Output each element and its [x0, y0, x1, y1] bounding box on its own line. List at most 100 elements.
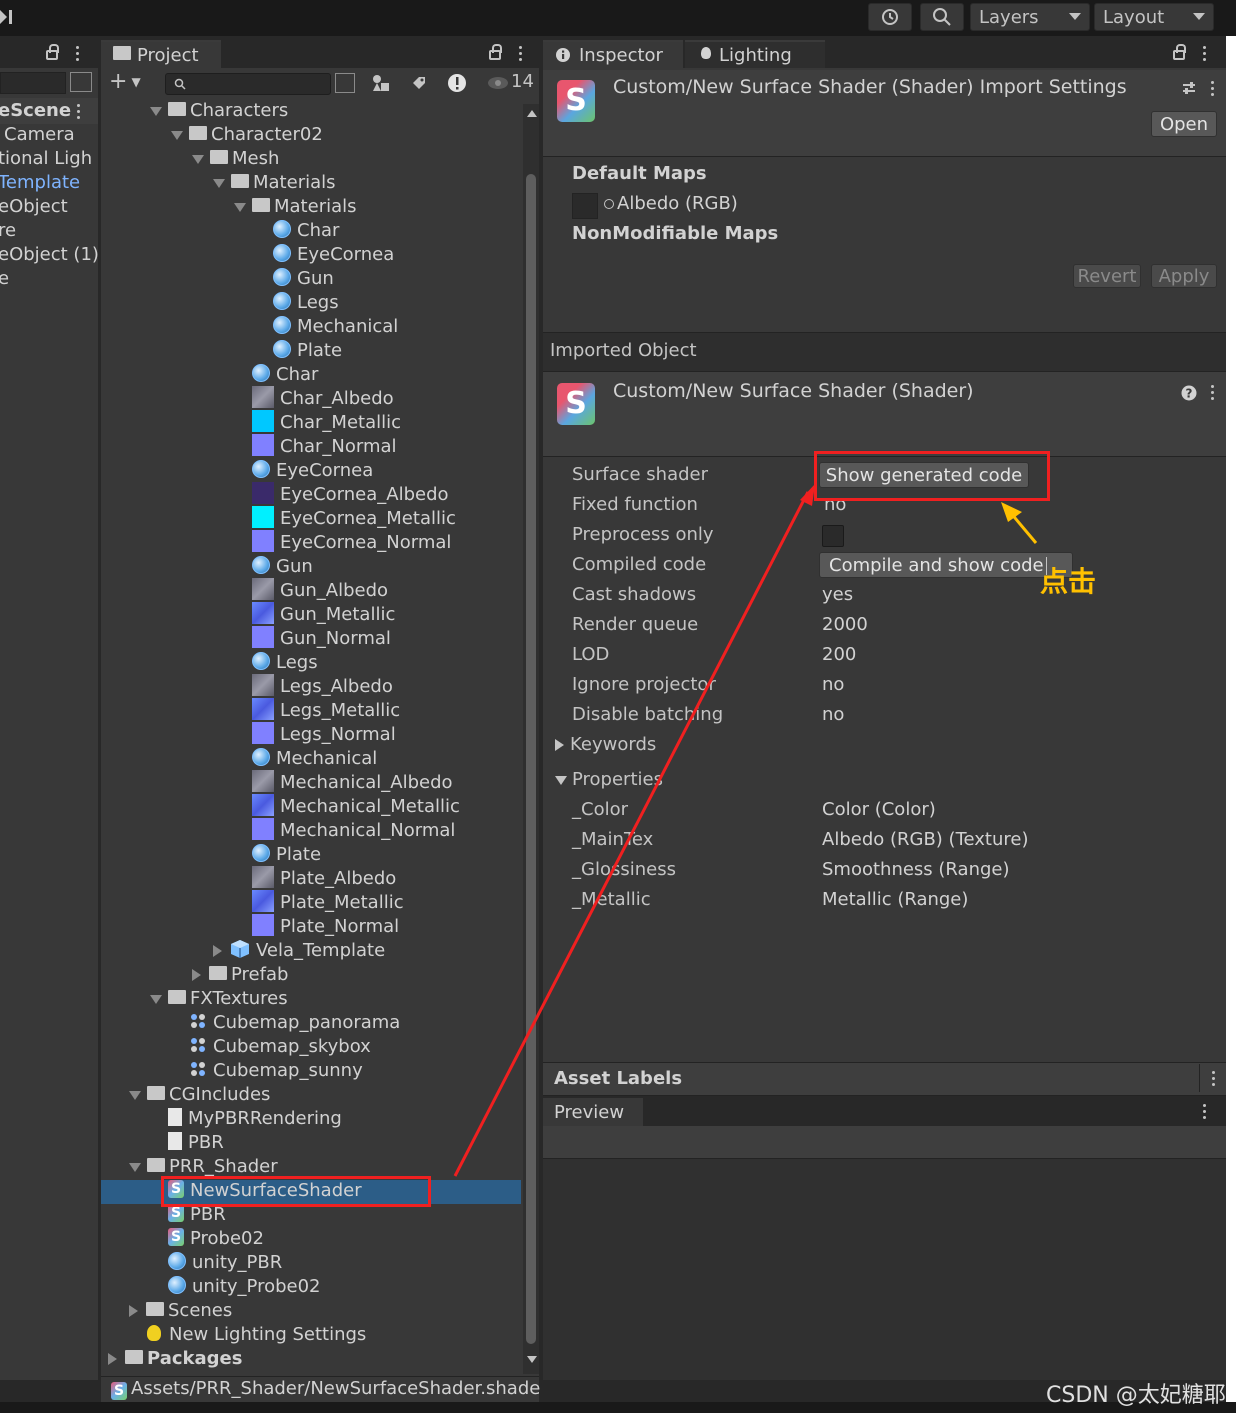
project-tree-item[interactable]: Mechanical [273, 315, 398, 339]
chevron-down-icon[interactable] [192, 154, 204, 164]
project-tree-item[interactable]: unity_PBR [168, 1251, 282, 1275]
chevron-right-icon[interactable] [213, 945, 222, 957]
project-tree-item[interactable]: Mesh [192, 147, 279, 171]
help-icon[interactable]: ? [1181, 385, 1197, 401]
project-tree-item[interactable]: Legs_Metallic [252, 698, 400, 723]
compile-and-show-code-button[interactable]: Compile and show code [819, 552, 1073, 578]
project-tree-item[interactable]: Cubemap_skybox [189, 1035, 371, 1059]
project-tree-item[interactable]: Plate_Albedo [252, 866, 396, 891]
filter-by-label-icon[interactable] [409, 73, 429, 93]
project-tree-item[interactable]: Plate [252, 843, 321, 867]
project-tree-item[interactable]: PBR [168, 1131, 224, 1155]
more-icon[interactable] [1211, 385, 1215, 403]
project-tree-item[interactable]: Mechanical [252, 747, 377, 771]
project-tree-item[interactable]: Cubemap_panorama [189, 1011, 400, 1035]
chevron-right-icon[interactable] [108, 1353, 117, 1365]
hierarchy-item[interactable]: e [0, 267, 9, 291]
project-tree-item[interactable]: EyeCornea [273, 243, 394, 267]
project-tree-item[interactable]: Gun [252, 555, 313, 579]
more-icon[interactable] [77, 104, 81, 122]
project-tree-item[interactable]: Char_Normal [252, 434, 397, 459]
revert-button[interactable]: Revert [1073, 264, 1141, 288]
project-tree-item[interactable]: Gun_Normal [252, 626, 391, 651]
more-icon[interactable] [76, 46, 80, 64]
hierarchy-search[interactable] [0, 72, 66, 94]
hierarchy-item[interactable]: eObject [0, 195, 68, 219]
hierarchy-item[interactable]: Camera [4, 123, 75, 147]
warning-icon[interactable] [447, 73, 467, 93]
project-tree-item[interactable]: Mechanical_Metallic [252, 794, 460, 819]
more-icon[interactable] [519, 46, 523, 64]
search-button[interactable] [920, 3, 964, 31]
apply-button[interactable]: Apply [1151, 264, 1217, 288]
project-tree-item[interactable]: Scenes [129, 1299, 232, 1323]
project-tree-item[interactable]: Legs_Albedo [252, 674, 393, 699]
project-tree-item[interactable]: Legs_Normal [252, 722, 396, 747]
albedo-texture-slot[interactable] [572, 193, 598, 219]
hierarchy-item[interactable]: re [0, 219, 16, 243]
hidden-packages-toggle[interactable]: 14 [485, 71, 535, 95]
project-tree-item[interactable]: Gun_Albedo [252, 578, 388, 603]
project-tree-item[interactable]: Gun [273, 267, 334, 291]
project-tree-item[interactable]: S Probe02 [168, 1227, 264, 1251]
project-tree-item[interactable]: EyeCornea_Albedo [252, 482, 449, 507]
project-tree-item[interactable]: Packages [108, 1347, 242, 1371]
preprocess-only-checkbox[interactable] [822, 525, 844, 547]
chevron-down-icon[interactable] [129, 1090, 141, 1100]
project-tree-item[interactable]: Char [273, 219, 339, 243]
step-icon[interactable] [0, 8, 14, 26]
project-tree-item[interactable]: Legs [252, 651, 318, 675]
tab-inspector[interactable]: Inspector [543, 40, 683, 68]
chevron-down-icon[interactable] [171, 130, 183, 140]
project-tree-item[interactable]: New Lighting Settings [147, 1323, 366, 1347]
scroll-up-arrow[interactable] [527, 110, 537, 117]
project-tree-item[interactable]: Gun_Metallic [252, 602, 395, 627]
lock-icon[interactable] [46, 44, 59, 60]
search-options-icon[interactable] [335, 73, 355, 93]
keywords-foldout[interactable]: Keywords [555, 734, 656, 755]
layout-dropdown[interactable]: Layout [1094, 3, 1214, 31]
project-tree-item[interactable]: Prefab [192, 963, 288, 987]
hierarchy-search-options[interactable] [70, 72, 92, 92]
create-button[interactable]: + ▼ [109, 71, 149, 95]
project-tree-item[interactable]: Plate_Metallic [252, 890, 404, 915]
project-tree-item[interactable]: EyeCornea_Metallic [252, 506, 456, 531]
history-button[interactable] [868, 3, 912, 31]
tab-preview[interactable]: Preview [543, 1098, 643, 1126]
more-icon[interactable] [1211, 81, 1215, 99]
project-tree-item[interactable]: Char [252, 363, 318, 387]
more-icon[interactable] [1203, 1104, 1207, 1122]
hierarchy-item[interactable]: eObject (1) [0, 243, 99, 267]
chevron-right-icon[interactable] [129, 1305, 138, 1317]
project-tree-item[interactable]: Characters [150, 99, 288, 123]
project-tree-item[interactable]: Char_Albedo [252, 386, 394, 411]
project-tree-item[interactable]: Char_Metallic [252, 410, 401, 435]
more-icon[interactable] [1203, 46, 1207, 64]
project-scrollbar[interactable] [523, 104, 539, 1374]
project-tree-item[interactable]: Character02 [171, 123, 323, 147]
tab-lighting[interactable]: Lighting [685, 40, 825, 68]
chevron-down-icon[interactable] [234, 202, 246, 212]
hierarchy-item[interactable]: Template [0, 171, 80, 195]
project-tree-item[interactable]: Plate_Normal [252, 914, 399, 939]
object-picker-icon[interactable] [604, 199, 614, 209]
preset-icon[interactable] [1181, 80, 1197, 96]
project-tree-item[interactable]: Materials [234, 195, 357, 219]
project-tree-item[interactable]: unity_Probe02 [168, 1275, 321, 1299]
project-tree-item[interactable]: EyeCornea_Normal [252, 530, 451, 555]
more-icon[interactable] [1212, 1071, 1216, 1089]
chevron-down-icon[interactable] [150, 994, 162, 1004]
scroll-down-arrow[interactable] [527, 1356, 537, 1363]
hierarchy-item[interactable]: tional Ligh [0, 147, 92, 171]
properties-foldout[interactable]: Properties [555, 769, 663, 790]
project-search-input[interactable] [165, 73, 331, 95]
project-tree-item[interactable]: Materials [213, 171, 336, 195]
chevron-down-icon[interactable] [150, 106, 162, 116]
project-tree-item[interactable]: FXTextures [150, 987, 288, 1011]
chevron-right-icon[interactable] [192, 969, 201, 981]
project-tree-item[interactable]: CGIncludes [129, 1083, 270, 1107]
lock-icon[interactable] [1173, 44, 1186, 60]
project-tree-item[interactable]: Mechanical_Normal [252, 818, 455, 843]
hierarchy-item[interactable]: eScene [0, 99, 71, 123]
project-tree-item[interactable]: Legs [273, 291, 339, 315]
